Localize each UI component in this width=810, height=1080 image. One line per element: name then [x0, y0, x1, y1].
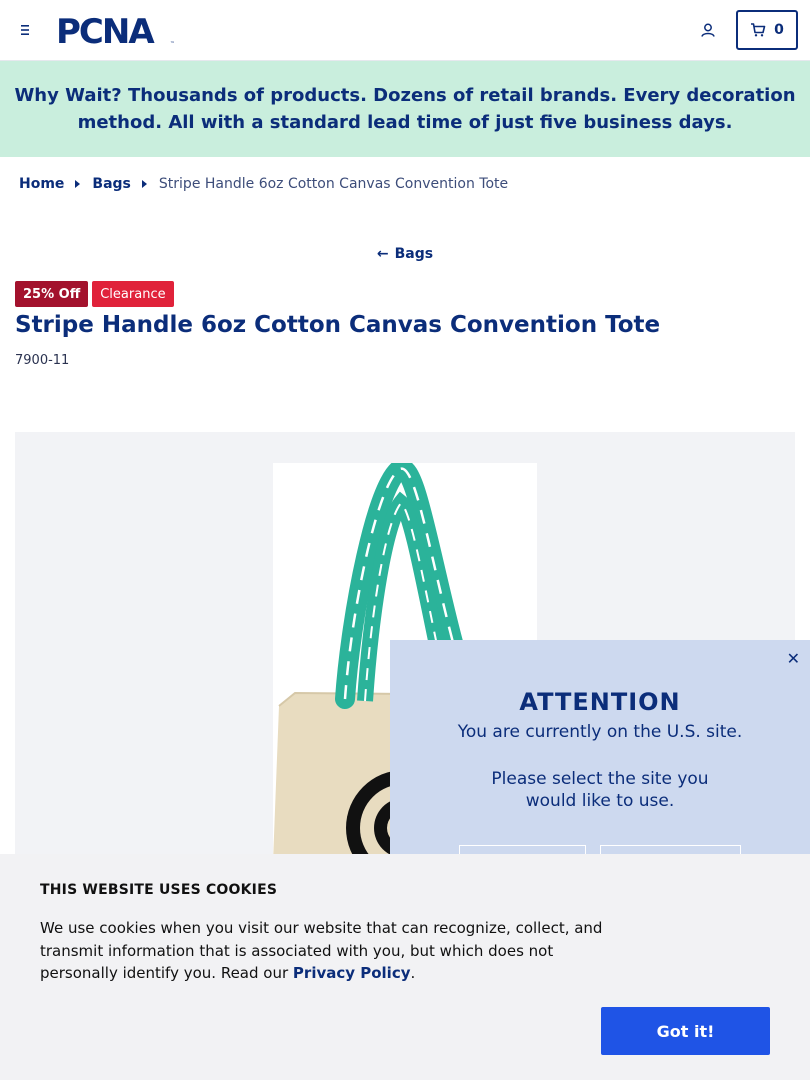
cart-icon [751, 23, 766, 37]
promo-text: Why Wait? Thousands of products. Dozens … [14, 82, 796, 136]
cookie-text: We use cookies when you visit our websit… [40, 917, 610, 985]
breadcrumb-arrow-icon [75, 180, 81, 188]
promo-banner: Why Wait? Thousands of products. Dozens … [0, 61, 810, 157]
select-site-text: Please select the site you would like to… [491, 769, 709, 811]
product-title: Stripe Handle 6oz Cotton Canvas Conventi… [15, 312, 661, 338]
cookie-heading: THIS WEBSITE USES COOKIES [40, 882, 278, 898]
cart-button[interactable]: 0 [736, 10, 798, 50]
site-selection-modal: ✕ ATTENTION You are currently on the U.S… [390, 640, 810, 875]
svg-text:PCNA: PCNA [56, 12, 155, 48]
svg-text:™: ™ [170, 41, 175, 47]
cookie-banner: THIS WEBSITE USES COOKIES We use cookies… [0, 854, 810, 1080]
breadcrumb-current: Stripe Handle 6oz Cotton Canvas Conventi… [158, 176, 509, 192]
accept-cookies-button[interactable]: Got it! [601, 1007, 770, 1055]
current-site-text: You are currently on the U.S. site. [457, 722, 743, 742]
back-link-label: Bags [394, 246, 434, 262]
discount-badge: 25% Off [15, 281, 89, 307]
site-header: PCNA ™ 0 [0, 0, 810, 61]
product-sku: 7900-11 [15, 353, 70, 368]
hamburger-menu-icon[interactable] [19, 21, 37, 39]
modal-title: ATTENTION [519, 688, 681, 716]
close-icon[interactable]: ✕ [787, 649, 800, 668]
breadcrumb-home[interactable]: Home [19, 176, 64, 192]
arrow-left-icon: ← [376, 246, 389, 262]
back-to-category-link[interactable]: ← Bags [0, 246, 810, 262]
product-badges: 25% Off Clearance [15, 281, 174, 307]
privacy-policy-link[interactable]: Privacy Policy [293, 964, 411, 982]
clearance-badge: Clearance [92, 281, 174, 307]
account-icon[interactable] [699, 21, 717, 39]
promo-lead: Why Wait? [14, 85, 122, 106]
breadcrumb: Home Bags Stripe Handle 6oz Cotton Canva… [19, 174, 508, 194]
pcna-logo[interactable]: PCNA ™ [56, 12, 178, 48]
cookie-period: . [410, 964, 416, 982]
promo-body: Thousands of products. Dozens of retail … [77, 85, 796, 133]
breadcrumb-bags[interactable]: Bags [92, 176, 130, 192]
cart-count: 0 [774, 22, 784, 38]
breadcrumb-arrow-icon [141, 180, 147, 188]
